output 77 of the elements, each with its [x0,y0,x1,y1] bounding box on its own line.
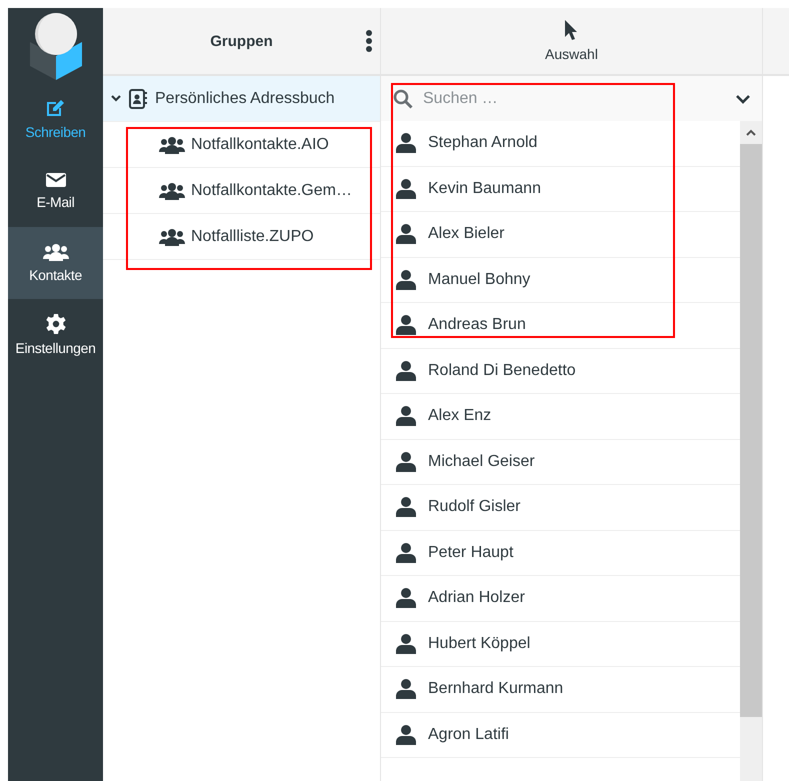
contact-item[interactable]: Kevin Baumann [381,166,740,212]
group-item[interactable]: Notfallliste.ZUPO [103,214,380,260]
contact-name: Hubert Köppel [428,634,530,653]
group-label: Notfallkontakte.AIO [191,136,329,154]
contact-name: Alex Enz [428,407,492,426]
caret-icon[interactable] [746,129,756,136]
contact-item[interactable]: Michael Geiser [381,440,740,485]
contact-item[interactable]: Rudolf Gisler [381,485,740,530]
cursor-icon [565,20,578,40]
person-icon [396,679,416,700]
person-icon [396,360,416,381]
contact-item[interactable]: Stephan Arnold [381,121,740,166]
person-icon [396,270,416,290]
contact-item[interactable]: Hubert Köppel [381,622,740,667]
envelope-icon [44,172,66,188]
person-icon [396,315,416,336]
person-icon [396,133,416,154]
panel-title: Auswahl [545,46,598,62]
contact-name: Manuel Bohny [428,270,530,289]
chevron-icon[interactable] [111,94,121,102]
contact-item[interactable]: Andreas Brun [381,303,740,348]
contact-name: Andreas Brun [428,316,526,334]
nav-item[interactable]: E-Mail [8,155,103,227]
nav-item[interactable]: Kontakte [8,227,103,299]
person-icon [396,588,416,608]
menu-icon[interactable] [366,30,372,52]
contact-name: Rudolf Gisler [428,498,520,516]
contact-name: Agron Latifi [428,726,509,744]
users-icon [159,182,185,200]
contact-item[interactable]: Roland Di Benedetto [381,348,740,394]
contact-name: Alex Bieler [428,225,504,244]
chevron-icon[interactable] [736,94,750,104]
contact-item[interactable]: Peter Haupt [381,530,740,576]
person-icon [396,452,416,472]
nav-label: E-Mail [36,194,74,210]
search-input[interactable]: Suchen … [421,88,728,108]
contact-item[interactable]: Bernhard Kurmann [381,667,740,712]
person-icon [396,634,416,654]
person-icon [396,406,416,426]
nav-item[interactable]: Einstellungen [8,299,103,371]
person-icon [396,497,416,518]
group-label: Notfallkontakte.Gem… [191,182,352,200]
contact-name: Peter Haupt [428,544,514,562]
nav-label: Kontakte [29,267,82,283]
group-item[interactable]: Notfallkontakte.Gem… [103,168,380,214]
nav-label: Einstellungen [15,340,96,356]
contact-name: Kevin Baumann [428,180,541,198]
contact-name: Roland Di Benedetto [428,362,576,380]
users-icon [159,228,185,246]
contact-item[interactable]: Manuel Bohny [381,258,740,303]
addressbook-item[interactable]: Persönliches Adressbuch [103,76,380,122]
users-icon [159,136,185,154]
address-book-icon [129,88,147,108]
logo-icon [28,12,84,80]
contact-item[interactable]: Alex Enz [381,394,740,440]
contact-name: Adrian Holzer [428,589,525,608]
group-item[interactable]: Notfallkontakte.AIO [103,122,380,168]
search-field[interactable]: Suchen … [381,76,762,121]
users-icon [42,243,68,261]
nav-label: Schreiben [25,124,86,140]
person-icon [396,178,416,199]
contact-name: Bernhard Kurmann [428,680,564,698]
search-icon [393,88,413,108]
contact-item[interactable]: Agron Latifi [381,712,740,758]
group-label: Notfallliste.ZUPO [191,228,314,246]
contact-name: Michael Geiser [428,452,535,471]
contact-name: Stephan Arnold [428,134,538,152]
edit-icon [44,98,66,118]
nav-item[interactable]: Schreiben [8,83,103,155]
contact-item[interactable]: Adrian Holzer [381,576,740,622]
panel-title: Gruppen [210,32,273,50]
person-icon [396,542,416,563]
person-icon [396,724,416,745]
person-icon [396,224,416,244]
addressbook-label: Persönliches Adressbuch [155,90,335,108]
gear-icon [46,314,66,334]
contact-item[interactable]: Alex Bieler [381,212,740,258]
